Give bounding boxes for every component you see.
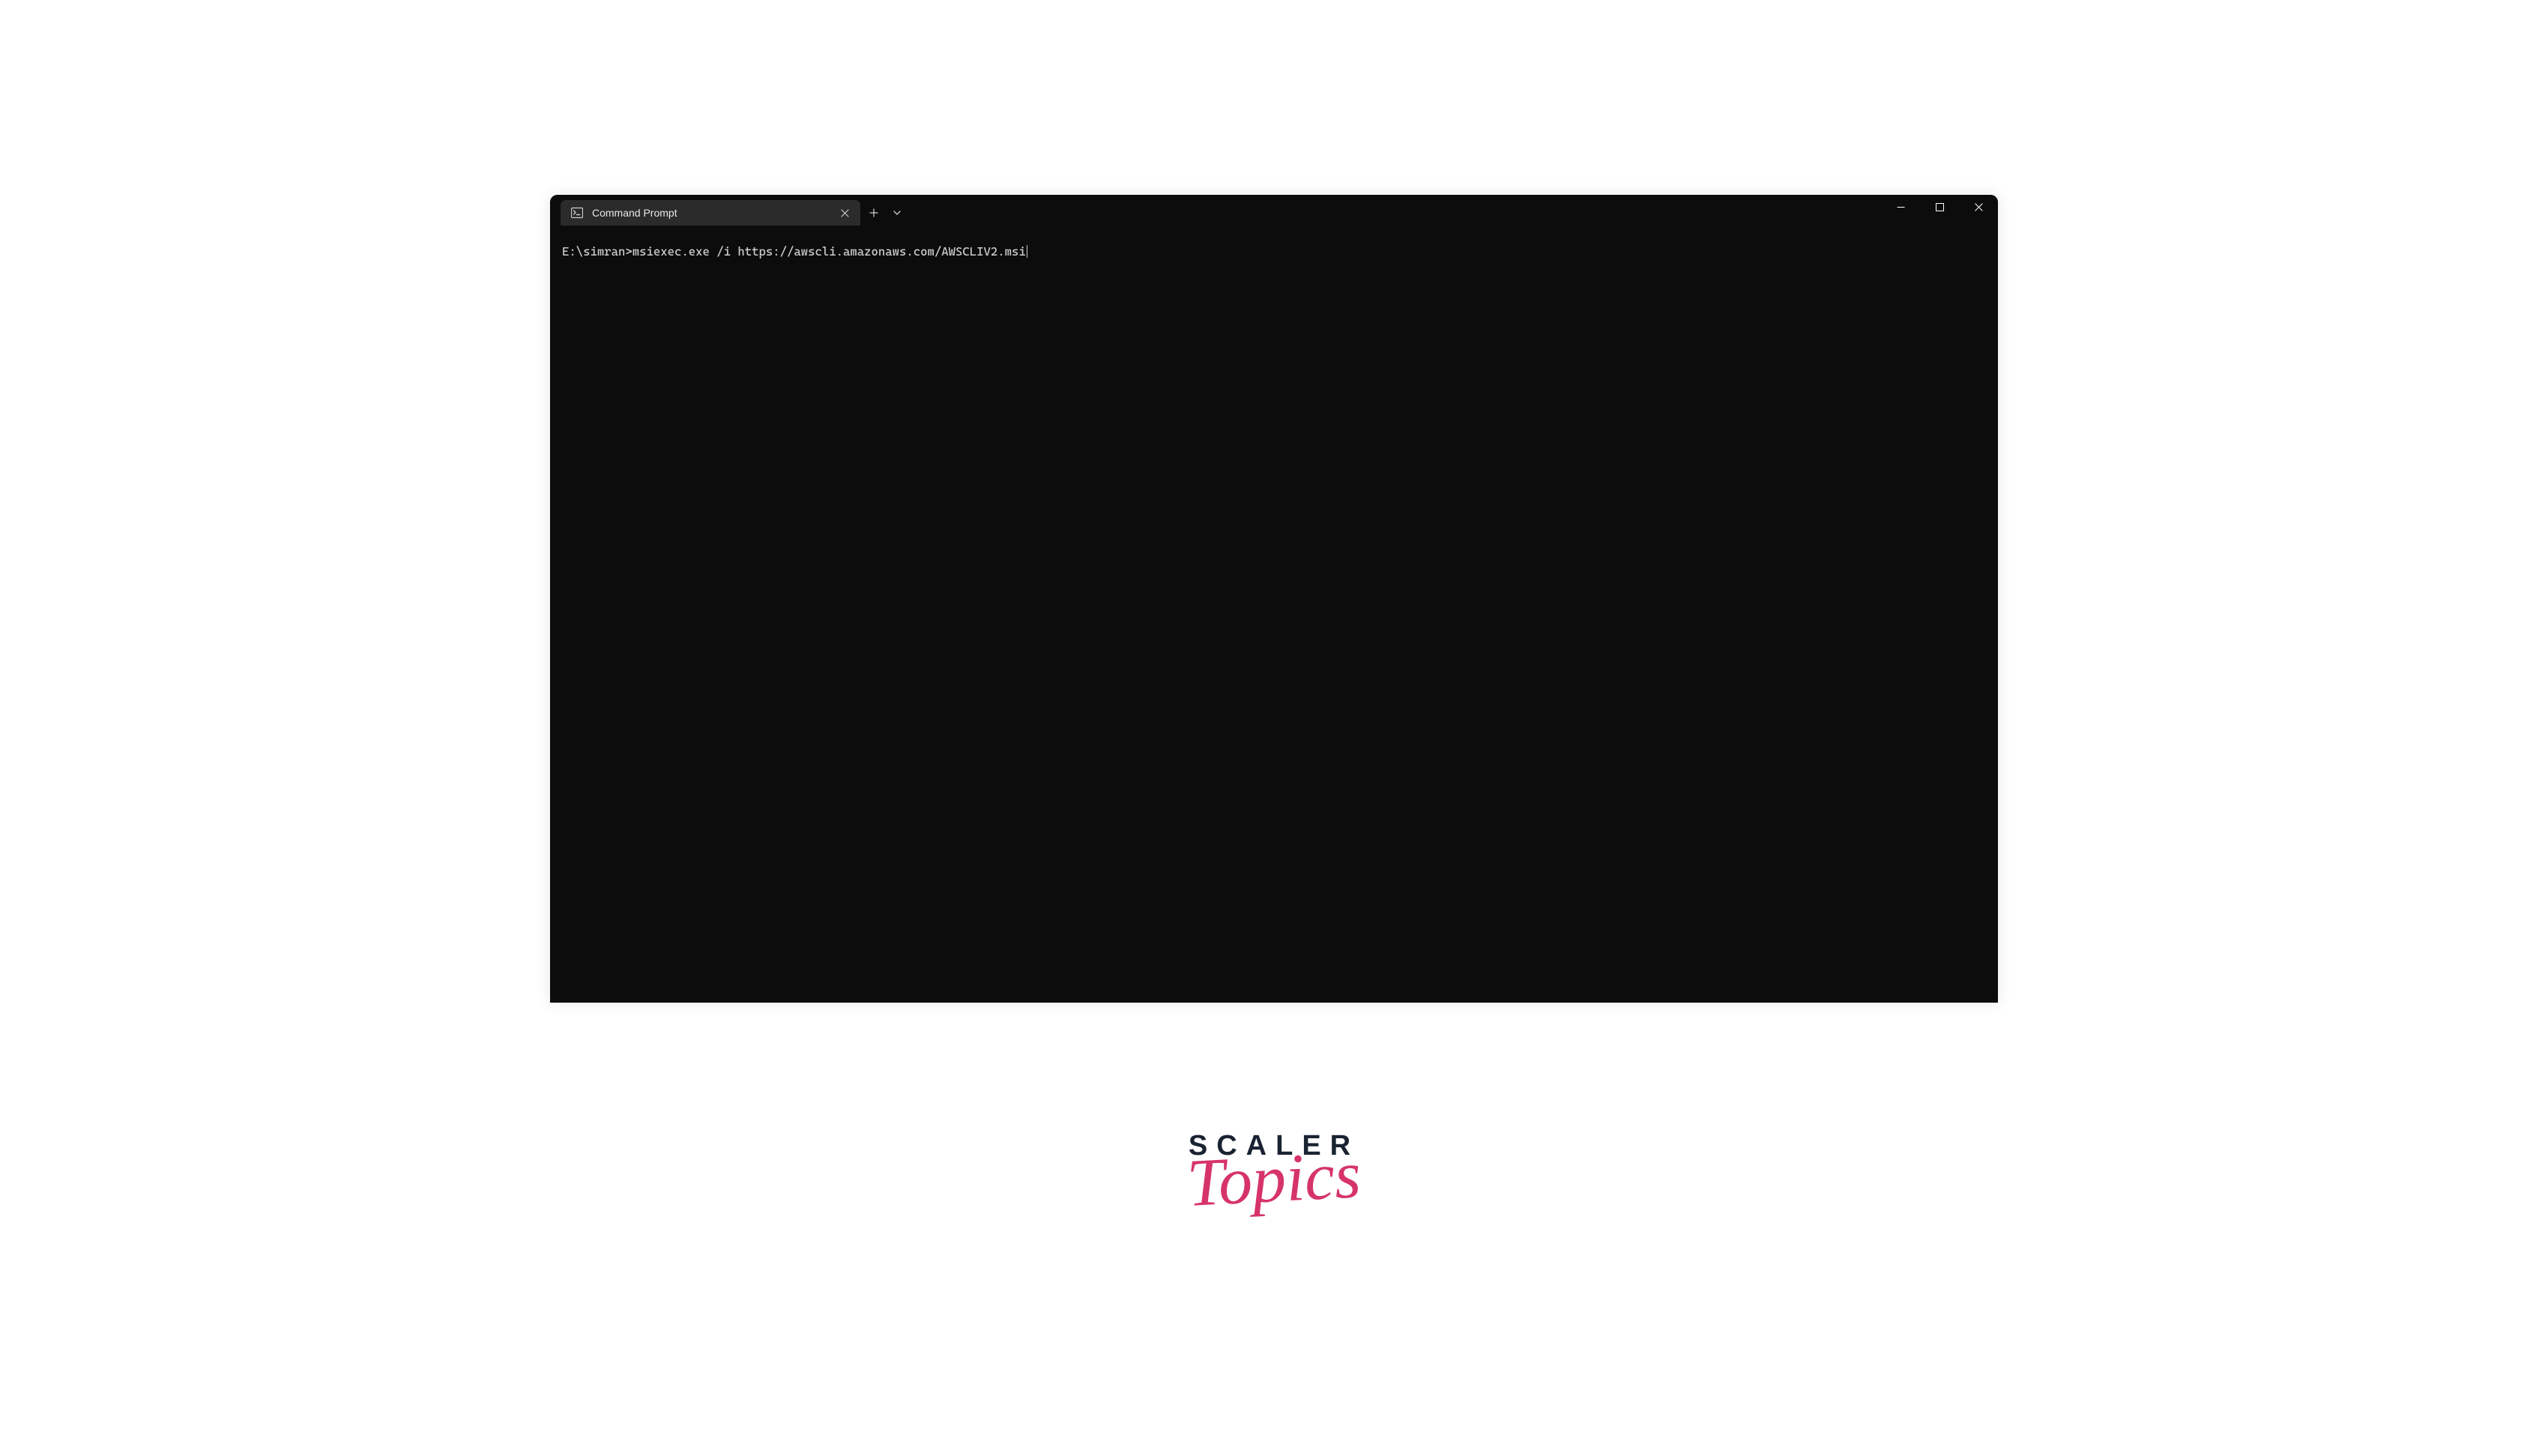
command-prompt-icon (571, 207, 583, 219)
terminal-body[interactable]: E:\simran>msiexec.exe /i https://awscli.… (550, 226, 1998, 1003)
new-tab-button[interactable] (860, 200, 887, 226)
command-prompt-window: Command Prompt (550, 195, 1998, 1003)
tab-dropdown-button[interactable] (887, 200, 907, 226)
terminal-tab[interactable]: Command Prompt (561, 200, 860, 226)
window-controls (1881, 195, 1998, 219)
terminal-prompt: E:\simran> (562, 244, 633, 259)
tab-title: Command Prompt (592, 207, 829, 219)
close-tab-button[interactable] (838, 206, 851, 220)
terminal-command: msiexec.exe /i https://awscli.amazonaws.… (633, 244, 1026, 259)
window-titlebar[interactable]: Command Prompt (550, 195, 1998, 226)
minimize-button[interactable] (1881, 195, 1920, 219)
tab-area: Command Prompt (550, 195, 860, 226)
terminal-line: E:\simran>msiexec.exe /i https://awscli.… (562, 244, 1986, 259)
scaler-topics-logo: SCALER Topics (1187, 1130, 1361, 1209)
logo-text-bottom: Topics (1186, 1144, 1362, 1214)
maximize-button[interactable] (1920, 195, 1959, 219)
close-window-button[interactable] (1959, 195, 1998, 219)
tab-actions (860, 195, 907, 226)
